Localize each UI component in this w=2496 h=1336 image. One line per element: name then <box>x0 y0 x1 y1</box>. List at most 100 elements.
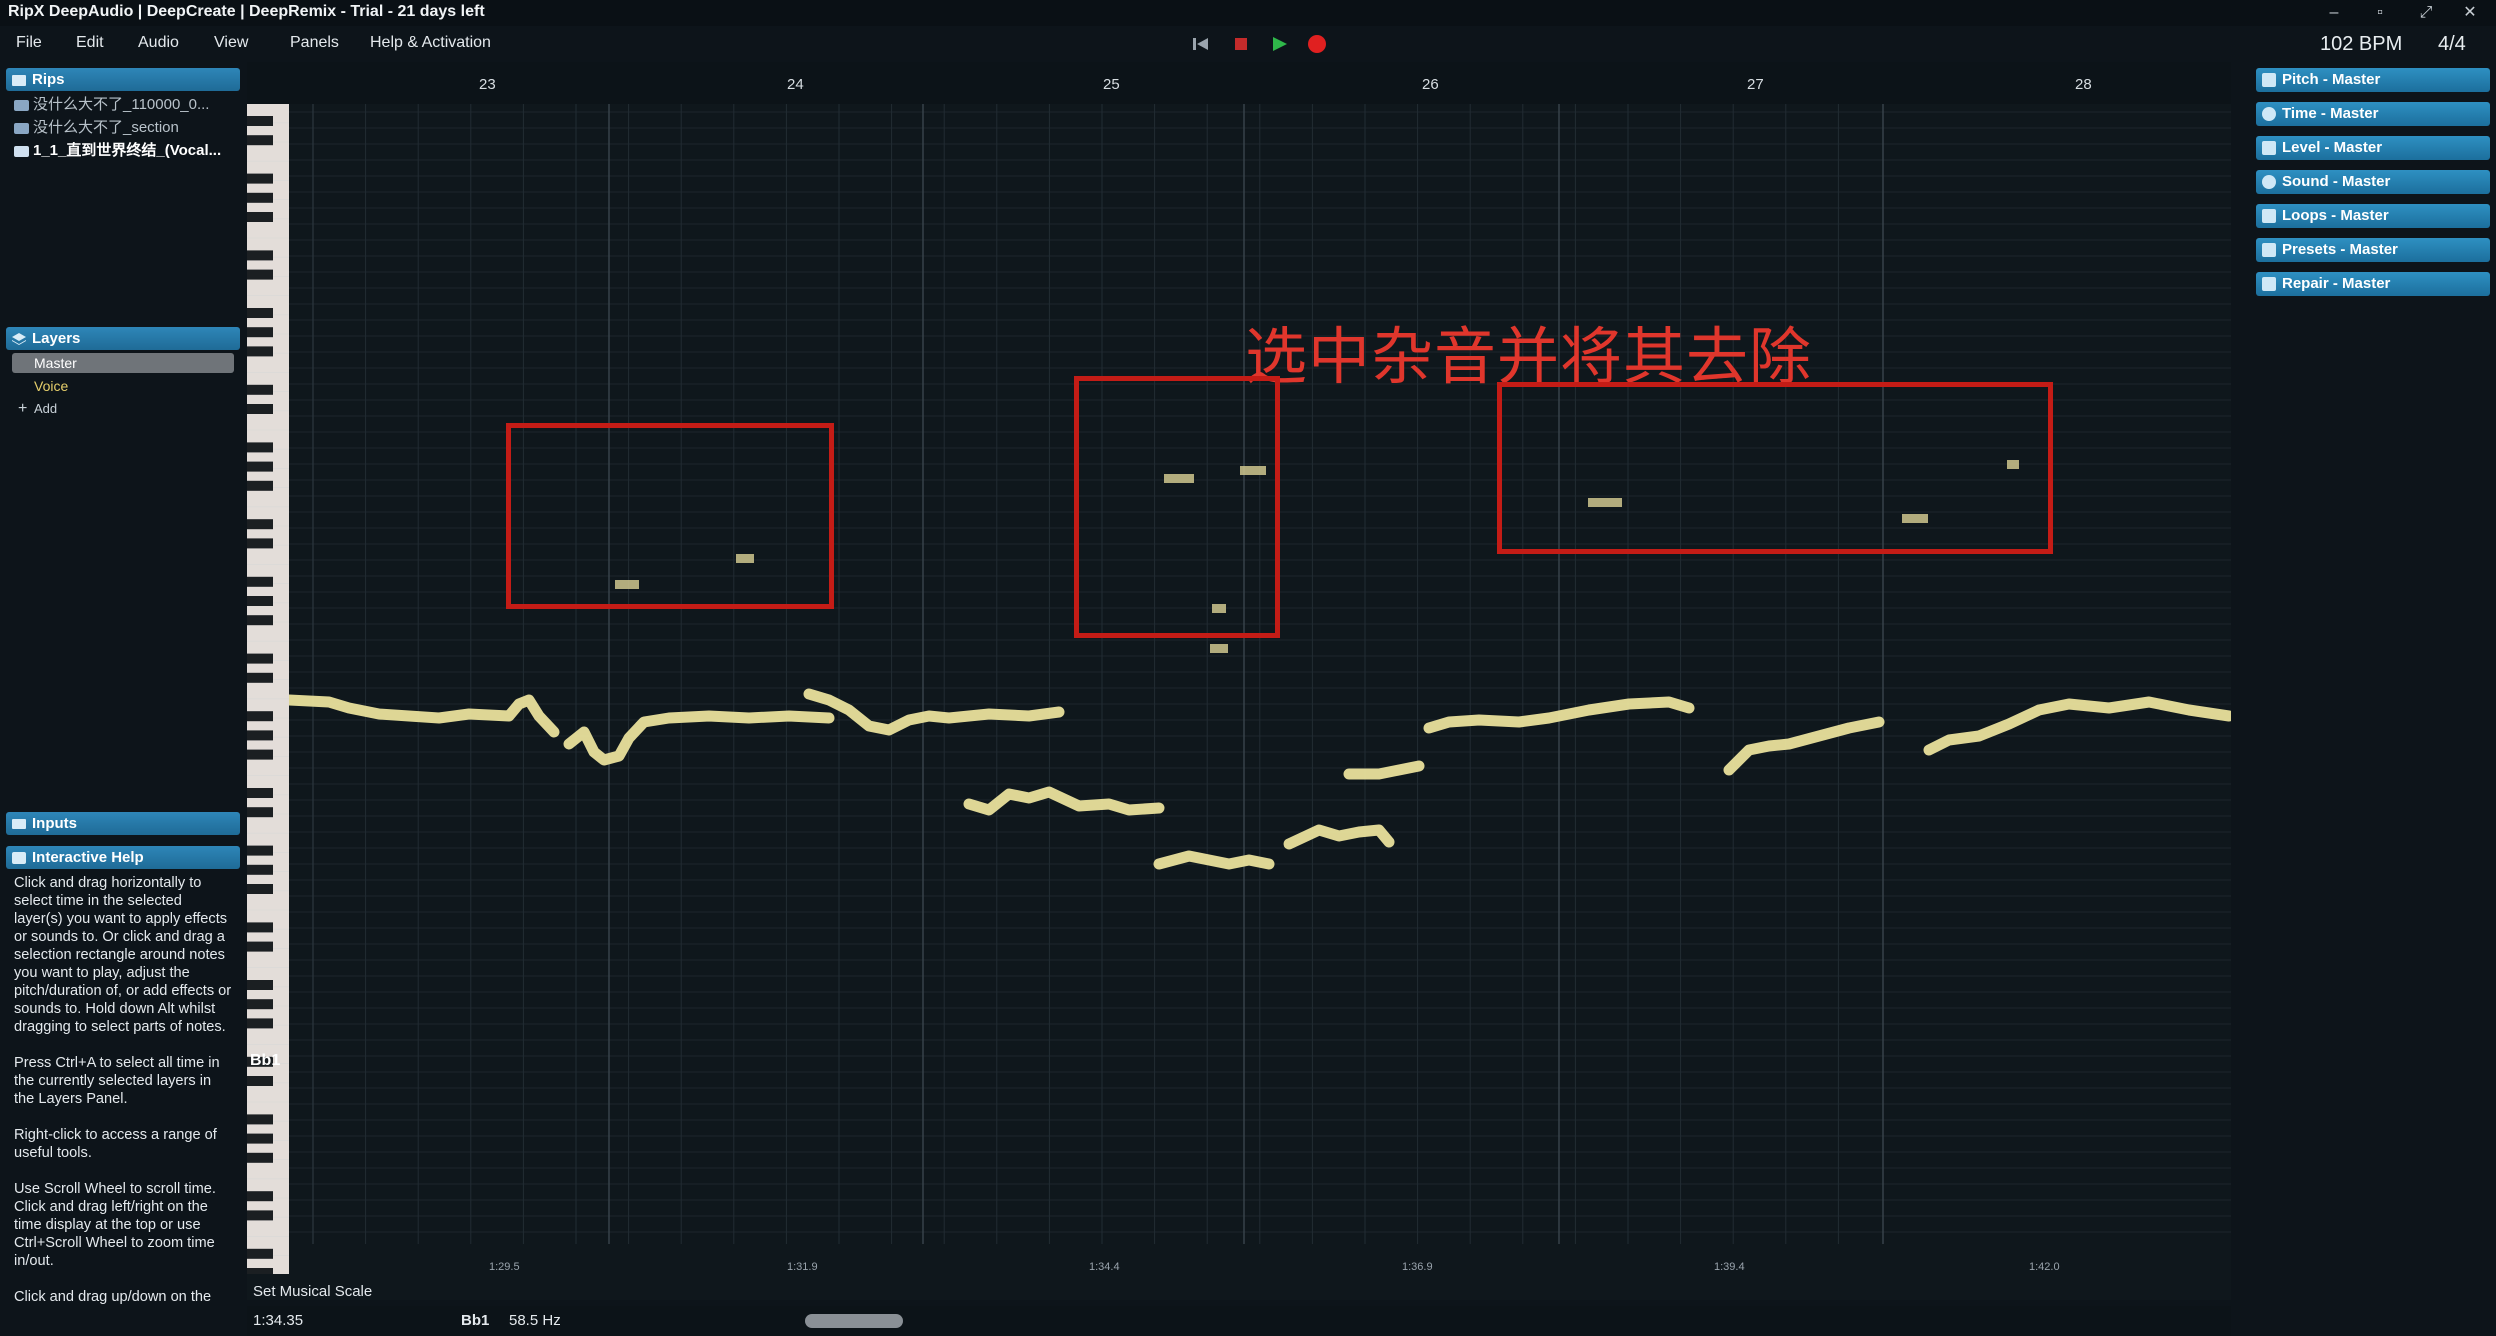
note-pitch-curve[interactable] <box>563 710 835 766</box>
help-header-label: Interactive Help <box>32 849 144 866</box>
rips-panel-header[interactable]: Rips <box>6 68 240 91</box>
time-label: 1:29.5 <box>489 1261 520 1273</box>
restore-icon[interactable]: ▫ <box>2360 1 2400 25</box>
loops-panel-button[interactable]: Loops - Master <box>2256 204 2490 228</box>
minimize-icon[interactable]: – <box>2314 1 2354 25</box>
black-key[interactable] <box>247 672 273 683</box>
presets-panel-button[interactable]: Presets - Master <box>2256 238 2490 262</box>
black-key[interactable] <box>247 653 273 664</box>
black-key[interactable] <box>247 807 273 818</box>
note-pitch-curve[interactable] <box>1343 760 1425 780</box>
black-key[interactable] <box>247 1191 273 1202</box>
rip-item[interactable]: 没什么大不了_section <box>14 116 240 137</box>
note-pitch-curve[interactable] <box>1923 696 2231 756</box>
note-pitch-curve[interactable] <box>1283 824 1395 850</box>
black-key[interactable] <box>247 1268 273 1274</box>
black-key[interactable] <box>247 922 273 933</box>
close-icon[interactable]: ✕ <box>2450 1 2490 25</box>
skip-back-icon[interactable] <box>1188 30 1214 58</box>
black-key[interactable] <box>247 999 273 1010</box>
black-key[interactable] <box>247 250 273 261</box>
black-key[interactable] <box>247 730 273 741</box>
layer-voice[interactable]: Voice <box>12 376 234 396</box>
black-key[interactable] <box>247 192 273 203</box>
add-layer-button[interactable]: + Add <box>12 399 234 419</box>
note-area[interactable]: 1:29.5 1:31.9 1:34.4 1:36.9 1:39.4 1:42.0 <box>289 104 2231 1274</box>
level-panel-button[interactable]: Level - Master <box>2256 136 2490 160</box>
black-key[interactable] <box>247 269 273 280</box>
black-key[interactable] <box>247 1018 273 1029</box>
annotation-box <box>506 423 834 609</box>
black-key[interactable] <box>247 845 273 856</box>
black-key[interactable] <box>247 404 273 414</box>
black-key[interactable] <box>247 461 273 472</box>
time-ruler[interactable]: 23 24 25 26 27 28 <box>247 62 2231 104</box>
piano-keyboard[interactable] <box>247 104 289 1274</box>
set-musical-scale-button[interactable]: Set Musical Scale <box>253 1283 372 1300</box>
play-icon[interactable] <box>1266 30 1292 58</box>
black-key[interactable] <box>247 941 273 952</box>
black-key[interactable] <box>247 346 273 357</box>
sound-panel-button[interactable]: Sound - Master <box>2256 170 2490 194</box>
rip-item[interactable]: 没什么大不了_110000_0... <box>14 93 240 114</box>
time-label: 1:42.0 <box>2029 1261 2060 1273</box>
time-panel-button[interactable]: Time - Master <box>2256 102 2490 126</box>
black-key[interactable] <box>247 788 273 798</box>
black-key[interactable] <box>247 1133 273 1144</box>
black-key[interactable] <box>247 327 273 338</box>
black-key[interactable] <box>247 1076 273 1086</box>
status-bar: 1:34.35 Bb1 58.5 Hz <box>247 1306 2231 1336</box>
note-pitch-curve[interactable] <box>963 786 1165 816</box>
inputs-panel-header[interactable]: Inputs <box>6 812 240 835</box>
black-key[interactable] <box>247 576 273 587</box>
black-key[interactable] <box>247 1114 273 1125</box>
black-key[interactable] <box>247 1210 273 1221</box>
stop-icon[interactable] <box>1228 30 1254 58</box>
black-key[interactable] <box>247 442 273 453</box>
black-key[interactable] <box>247 1248 273 1259</box>
horizontal-scrollbar[interactable] <box>805 1314 903 1328</box>
noise-fragment[interactable] <box>1210 644 1228 653</box>
layer-master[interactable]: Master <box>12 353 234 373</box>
black-key[interactable] <box>247 308 273 318</box>
black-key[interactable] <box>247 864 273 875</box>
record-icon[interactable] <box>1304 30 1330 58</box>
time-signature[interactable]: 4/4 <box>2438 33 2466 56</box>
black-key[interactable] <box>247 384 273 395</box>
layers-panel-header[interactable]: Layers <box>6 327 240 350</box>
black-key[interactable] <box>247 980 273 990</box>
black-key[interactable] <box>247 615 273 626</box>
help-panel-header[interactable]: Interactive Help <box>6 846 240 869</box>
black-key[interactable] <box>247 135 273 146</box>
note-pitch-curve[interactable] <box>289 694 560 738</box>
fullscreen-icon[interactable]: ⤢ <box>2406 1 2446 25</box>
menu-help-activation[interactable]: Help & Activation <box>370 34 491 52</box>
black-key[interactable] <box>247 212 273 222</box>
menu-file[interactable]: File <box>16 34 42 52</box>
black-key[interactable] <box>247 173 273 184</box>
menu-audio[interactable]: Audio <box>138 34 179 52</box>
pitch-panel-button[interactable]: Pitch - Master <box>2256 68 2490 92</box>
bar-label: 26 <box>1422 76 1439 93</box>
rips-header-label: Rips <box>32 71 65 88</box>
black-key[interactable] <box>247 711 273 722</box>
note-pitch-curve[interactable] <box>803 688 1065 736</box>
black-key[interactable] <box>247 884 273 894</box>
black-key[interactable] <box>247 519 273 530</box>
repair-panel-button[interactable]: Repair - Master <box>2256 272 2490 296</box>
black-key[interactable] <box>247 116 273 126</box>
note-pitch-curve[interactable] <box>1153 850 1275 870</box>
black-key[interactable] <box>247 749 273 760</box>
tempo-bpm[interactable]: 102 BPM <box>2320 33 2402 56</box>
black-key[interactable] <box>247 480 273 491</box>
menu-panels[interactable]: Panels <box>290 34 339 52</box>
note-editor[interactable]: 23 24 25 26 27 28 1:29.5 1:31.9 1:34.4 1:36… <box>247 62 2231 1300</box>
menu-edit[interactable]: Edit <box>76 34 104 52</box>
note-pitch-curve[interactable] <box>1723 716 1885 776</box>
black-key[interactable] <box>247 596 273 606</box>
rip-item-selected[interactable]: 1_1_直到世界终结_(Vocal... <box>14 139 240 160</box>
black-key[interactable] <box>247 538 273 549</box>
black-key[interactable] <box>247 1152 273 1163</box>
menu-view[interactable]: View <box>214 34 248 52</box>
help-icon <box>12 852 26 864</box>
